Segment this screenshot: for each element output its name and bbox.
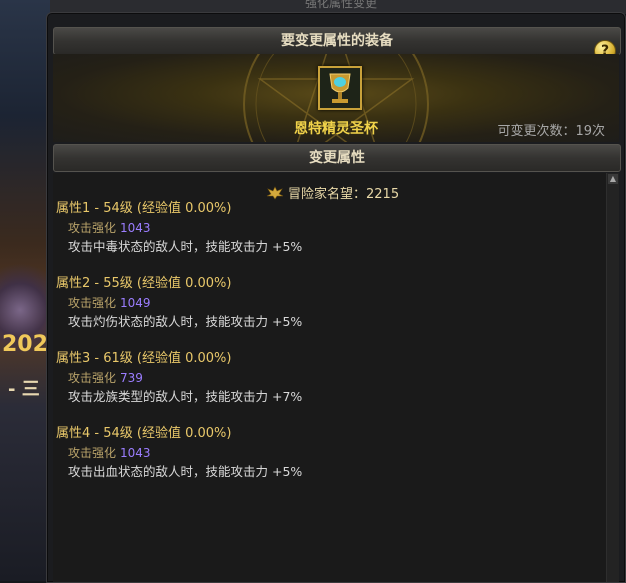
attribute-title: 属性2 - 55级 (经验值 0.00%) [56, 276, 232, 291]
stat-label: 攻击强化 [68, 221, 117, 235]
attribute-title: 属性1 - 54级 (经验值 0.00%) [56, 201, 232, 216]
background-banner-sub: - 三 [8, 379, 40, 400]
attribute-title: 属性3 - 61级 (经验值 0.00%) [56, 351, 232, 366]
attribute-list[interactable]: 冒险家名望：2215 属性1 - 54级 (经验值 0.00%) 攻击强化 104… [53, 173, 619, 582]
attribute-stat: 攻击强化 739 [56, 369, 302, 387]
attribute-effect: 攻击出血状态的敌人时，技能攻击力 +5% [68, 464, 303, 479]
fame-label: 冒险家名望：2215 [288, 187, 400, 202]
equipment-slot[interactable] [318, 66, 362, 110]
attribute-block: 属性2 - 55级 (经验值 0.00%) 攻击强化 1049 攻击灼伤状态的敌人… [56, 274, 302, 332]
stat-value: 1043 [120, 446, 151, 460]
stat-label: 攻击强化 [68, 446, 117, 460]
stat-label: 攻击强化 [68, 296, 117, 310]
equipment-header: 要变更属性的装备 ? [53, 27, 621, 62]
fame-emblem-icon [266, 186, 284, 200]
grail-icon [320, 68, 360, 108]
attribute-change-window: 要变更属性的装备 ? 恩特精灵圣杯 可变更次数：19次 变更属性 冒险家名望：2… [46, 12, 626, 583]
attribute-effect: 攻击中毒状态的敌人时，技能攻击力 +5% [68, 239, 303, 254]
game-background-left: 202 - 三 [0, 0, 50, 581]
equipment-header-label: 要变更属性的装备 [281, 33, 393, 49]
stat-value: 1049 [120, 296, 151, 310]
stat-value: 1043 [120, 221, 151, 235]
scrollbar[interactable]: ▲ [606, 173, 619, 582]
change-attribute-header: 变更属性 [53, 144, 621, 172]
attribute-block: 属性3 - 61级 (经验值 0.00%) 攻击强化 739 攻击龙族类型的敌人时… [56, 349, 302, 407]
top-title: 强化属性变更 [305, 0, 378, 10]
attribute-block: 属性4 - 54级 (经验值 0.00%) 攻击强化 1043 攻击出血状态的敌人… [56, 424, 302, 482]
equipment-area: 恩特精灵圣杯 可变更次数：19次 [53, 54, 619, 142]
background-banner-text: 202 [2, 332, 48, 357]
stat-value: 739 [120, 371, 143, 385]
attribute-stat: 攻击强化 1049 [56, 294, 302, 312]
attribute-effect: 攻击灼伤状态的敌人时，技能攻击力 +5% [68, 314, 303, 329]
attribute-stat: 攻击强化 1043 [56, 444, 302, 462]
attribute-block: 属性1 - 54级 (经验值 0.00%) 攻击强化 1043 攻击中毒状态的敌人… [56, 199, 302, 257]
stat-label: 攻击强化 [68, 371, 117, 385]
attribute-effect: 攻击龙族类型的敌人时，技能攻击力 +7% [68, 389, 303, 404]
scroll-up-button[interactable]: ▲ [608, 174, 618, 184]
attribute-stat: 攻击强化 1043 [56, 219, 302, 237]
change-count: 可变更次数：19次 [497, 124, 605, 139]
attribute-title: 属性4 - 54级 (经验值 0.00%) [56, 426, 232, 441]
